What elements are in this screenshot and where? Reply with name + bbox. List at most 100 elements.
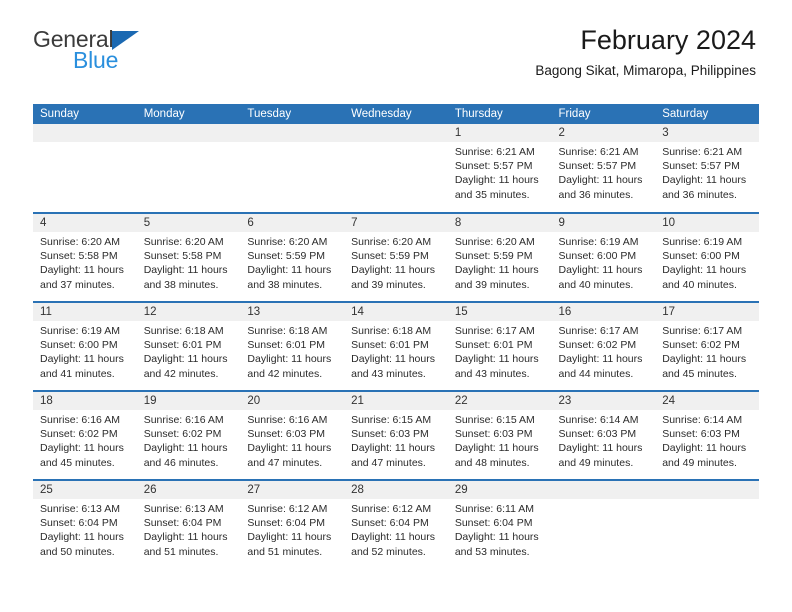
- day-cell[interactable]: 11 Sunrise: 6:19 AM Sunset: 6:00 PM Dayl…: [33, 301, 137, 391]
- daylight-text-line1: Daylight: 11 hours: [454, 442, 539, 455]
- sunset-text: Sunset: 5:59 PM: [247, 250, 326, 263]
- sunrise-text: Sunrise: 6:18 AM: [247, 325, 328, 337]
- daylight-text-line2: and 39 minutes.: [351, 278, 426, 291]
- day-details: Sunrise: 6:13 AM Sunset: 6:04 PM Dayligh…: [33, 499, 137, 559]
- sunset-text: Sunset: 6:04 PM: [143, 517, 222, 530]
- day-cell[interactable]: 18 Sunrise: 6:16 AM Sunset: 6:02 PM Dayl…: [33, 390, 137, 480]
- daylight-text-line2: and 36 minutes.: [558, 188, 634, 201]
- day-cell[interactable]: 15 Sunrise: 6:17 AM Sunset: 6:01 PM Dayl…: [447, 301, 552, 391]
- day-cell[interactable]: 6 Sunrise: 6:20 AM Sunset: 5:59 PM Dayli…: [240, 212, 345, 302]
- page-title: February 2024: [580, 25, 756, 55]
- title-block: February 2024 Bagong Sikat, Mimaropa, Ph…: [535, 24, 756, 80]
- day-cell[interactable]: 27 Sunrise: 6:12 AM Sunset: 6:04 PM Dayl…: [240, 479, 345, 569]
- daylight-text-line2: and 40 minutes.: [662, 278, 737, 291]
- day-cell[interactable]: 29 Sunrise: 6:11 AM Sunset: 6:04 PM Dayl…: [447, 479, 552, 569]
- day-details: Sunrise: 6:16 AM Sunset: 6:02 PM Dayligh…: [33, 410, 137, 470]
- sunrise-text: Sunrise: 6:13 AM: [40, 503, 120, 515]
- logo-triangle-icon: [112, 31, 140, 50]
- sunrise-text: Sunrise: 6:16 AM: [143, 414, 224, 426]
- sunrise-text: Sunrise: 6:17 AM: [662, 325, 743, 337]
- day-cell[interactable]: 28 Sunrise: 6:12 AM Sunset: 6:04 PM Dayl…: [344, 479, 448, 569]
- day-cell[interactable]: 13 Sunrise: 6:18 AM Sunset: 6:01 PM Dayl…: [240, 301, 345, 391]
- daylight-text-line1: Daylight: 11 hours: [143, 531, 228, 544]
- day-cell[interactable]: [551, 479, 656, 569]
- daylight-text-line2: and 48 minutes.: [454, 456, 530, 469]
- day-cell[interactable]: 12 Sunrise: 6:18 AM Sunset: 6:01 PM Dayl…: [136, 301, 241, 391]
- day-details: Sunrise: 6:20 AM Sunset: 5:59 PM Dayligh…: [344, 232, 448, 292]
- day-cell[interactable]: 25 Sunrise: 6:13 AM Sunset: 6:04 PM Dayl…: [33, 479, 137, 569]
- daylight-text-line1: Daylight: 11 hours: [351, 531, 435, 544]
- daylight-text-line1: Daylight: 11 hours: [662, 174, 747, 187]
- sunset-text: Sunset: 6:03 PM: [351, 428, 429, 441]
- sunset-text: Sunset: 6:02 PM: [662, 339, 740, 352]
- day-cell[interactable]: 20 Sunrise: 6:16 AM Sunset: 6:03 PM Dayl…: [240, 390, 345, 480]
- day-details: Sunrise: 6:14 AM Sunset: 6:03 PM Dayligh…: [552, 410, 656, 470]
- day-details: Sunrise: 6:16 AM Sunset: 6:02 PM Dayligh…: [137, 410, 241, 470]
- day-cell[interactable]: [33, 124, 137, 213]
- sunset-text: Sunset: 6:03 PM: [454, 428, 533, 441]
- day-details: Sunrise: 6:20 AM Sunset: 5:58 PM Dayligh…: [137, 232, 241, 292]
- daylight-text-line1: Daylight: 11 hours: [351, 442, 435, 455]
- daylight-text-line2: and 50 minutes.: [40, 545, 115, 558]
- day-cell[interactable]: 21 Sunrise: 6:15 AM Sunset: 6:03 PM Dayl…: [344, 390, 448, 480]
- sunrise-text: Sunrise: 6:14 AM: [662, 414, 743, 426]
- day-cell[interactable]: 1 Sunrise: 6:21 AM Sunset: 5:57 PM Dayli…: [447, 124, 552, 213]
- sunrise-text: Sunrise: 6:21 AM: [662, 146, 743, 158]
- day-number: 9: [551, 214, 656, 232]
- sunrise-text: Sunrise: 6:15 AM: [351, 414, 432, 426]
- day-details: Sunrise: 6:13 AM Sunset: 6:04 PM Dayligh…: [137, 499, 241, 559]
- daylight-text-line1: Daylight: 11 hours: [247, 442, 332, 455]
- daylight-text-line2: and 39 minutes.: [454, 278, 530, 291]
- day-details: Sunrise: 6:17 AM Sunset: 6:02 PM Dayligh…: [655, 321, 759, 381]
- day-number: 10: [655, 214, 759, 232]
- daylight-text-line2: and 52 minutes.: [351, 545, 426, 558]
- day-cell[interactable]: 22 Sunrise: 6:15 AM Sunset: 6:03 PM Dayl…: [447, 390, 552, 480]
- daylight-text-line2: and 45 minutes.: [662, 367, 737, 380]
- day-cell[interactable]: 10 Sunrise: 6:19 AM Sunset: 6:00 PM Dayl…: [655, 212, 759, 302]
- day-cell[interactable]: [136, 124, 241, 213]
- day-cell[interactable]: 14 Sunrise: 6:18 AM Sunset: 6:01 PM Dayl…: [344, 301, 448, 391]
- day-cell[interactable]: 19 Sunrise: 6:16 AM Sunset: 6:02 PM Dayl…: [136, 390, 241, 480]
- day-number: 8: [447, 214, 552, 232]
- day-cell[interactable]: 2 Sunrise: 6:21 AM Sunset: 5:57 PM Dayli…: [551, 124, 656, 213]
- daylight-text-line1: Daylight: 11 hours: [143, 442, 228, 455]
- day-number: [655, 481, 759, 499]
- day-number: 5: [136, 214, 241, 232]
- daylight-text-line1: Daylight: 11 hours: [558, 353, 643, 366]
- daylight-text-line2: and 38 minutes.: [247, 278, 323, 291]
- day-details: Sunrise: 6:14 AM Sunset: 6:03 PM Dayligh…: [655, 410, 759, 470]
- daylight-text-line1: Daylight: 11 hours: [247, 264, 332, 277]
- day-cell[interactable]: 9 Sunrise: 6:19 AM Sunset: 6:00 PM Dayli…: [551, 212, 656, 302]
- day-cell[interactable]: 17 Sunrise: 6:17 AM Sunset: 6:02 PM Dayl…: [655, 301, 759, 391]
- day-cell[interactable]: 3 Sunrise: 6:21 AM Sunset: 5:57 PM Dayli…: [655, 124, 759, 213]
- day-cell[interactable]: 7 Sunrise: 6:20 AM Sunset: 5:59 PM Dayli…: [344, 212, 448, 302]
- day-details: Sunrise: 6:19 AM Sunset: 6:00 PM Dayligh…: [33, 321, 137, 381]
- week-row: 25 Sunrise: 6:13 AM Sunset: 6:04 PM Dayl…: [33, 479, 759, 569]
- day-cell[interactable]: 23 Sunrise: 6:14 AM Sunset: 6:03 PM Dayl…: [551, 390, 656, 480]
- daylight-text-line1: Daylight: 11 hours: [351, 353, 435, 366]
- logo-text-top: General: [33, 26, 140, 52]
- calendar-body: 1 Sunrise: 6:21 AM Sunset: 5:57 PM Dayli…: [33, 124, 759, 569]
- sunset-text: Sunset: 6:01 PM: [351, 339, 429, 352]
- general-blue-logo[interactable]: General Blue: [33, 27, 273, 72]
- sunset-text: Sunset: 5:58 PM: [143, 250, 222, 263]
- day-cell[interactable]: 5 Sunrise: 6:20 AM Sunset: 5:58 PM Dayli…: [136, 212, 241, 302]
- day-cell[interactable]: [240, 124, 345, 213]
- sunrise-text: Sunrise: 6:18 AM: [143, 325, 224, 337]
- day-cell[interactable]: 8 Sunrise: 6:20 AM Sunset: 5:59 PM Dayli…: [447, 212, 552, 302]
- day-details: Sunrise: 6:19 AM Sunset: 6:00 PM Dayligh…: [552, 232, 656, 292]
- day-cell[interactable]: 4 Sunrise: 6:20 AM Sunset: 5:58 PM Dayli…: [33, 212, 137, 302]
- sunset-text: Sunset: 5:57 PM: [558, 160, 637, 173]
- day-cell[interactable]: 24 Sunrise: 6:14 AM Sunset: 6:03 PM Dayl…: [655, 390, 759, 480]
- day-cell[interactable]: [344, 124, 448, 213]
- logo-word-general: General: [33, 26, 114, 52]
- sunset-text: Sunset: 6:02 PM: [40, 428, 118, 441]
- daylight-text-line1: Daylight: 11 hours: [558, 174, 643, 187]
- day-number: 1: [447, 124, 552, 142]
- day-cell[interactable]: 26 Sunrise: 6:13 AM Sunset: 6:04 PM Dayl…: [136, 479, 241, 569]
- day-cell[interactable]: [655, 479, 759, 569]
- day-number: 4: [33, 214, 137, 232]
- day-cell[interactable]: 16 Sunrise: 6:17 AM Sunset: 6:02 PM Dayl…: [551, 301, 656, 391]
- daylight-text-line1: Daylight: 11 hours: [662, 264, 747, 277]
- sunset-text: Sunset: 5:57 PM: [662, 160, 740, 173]
